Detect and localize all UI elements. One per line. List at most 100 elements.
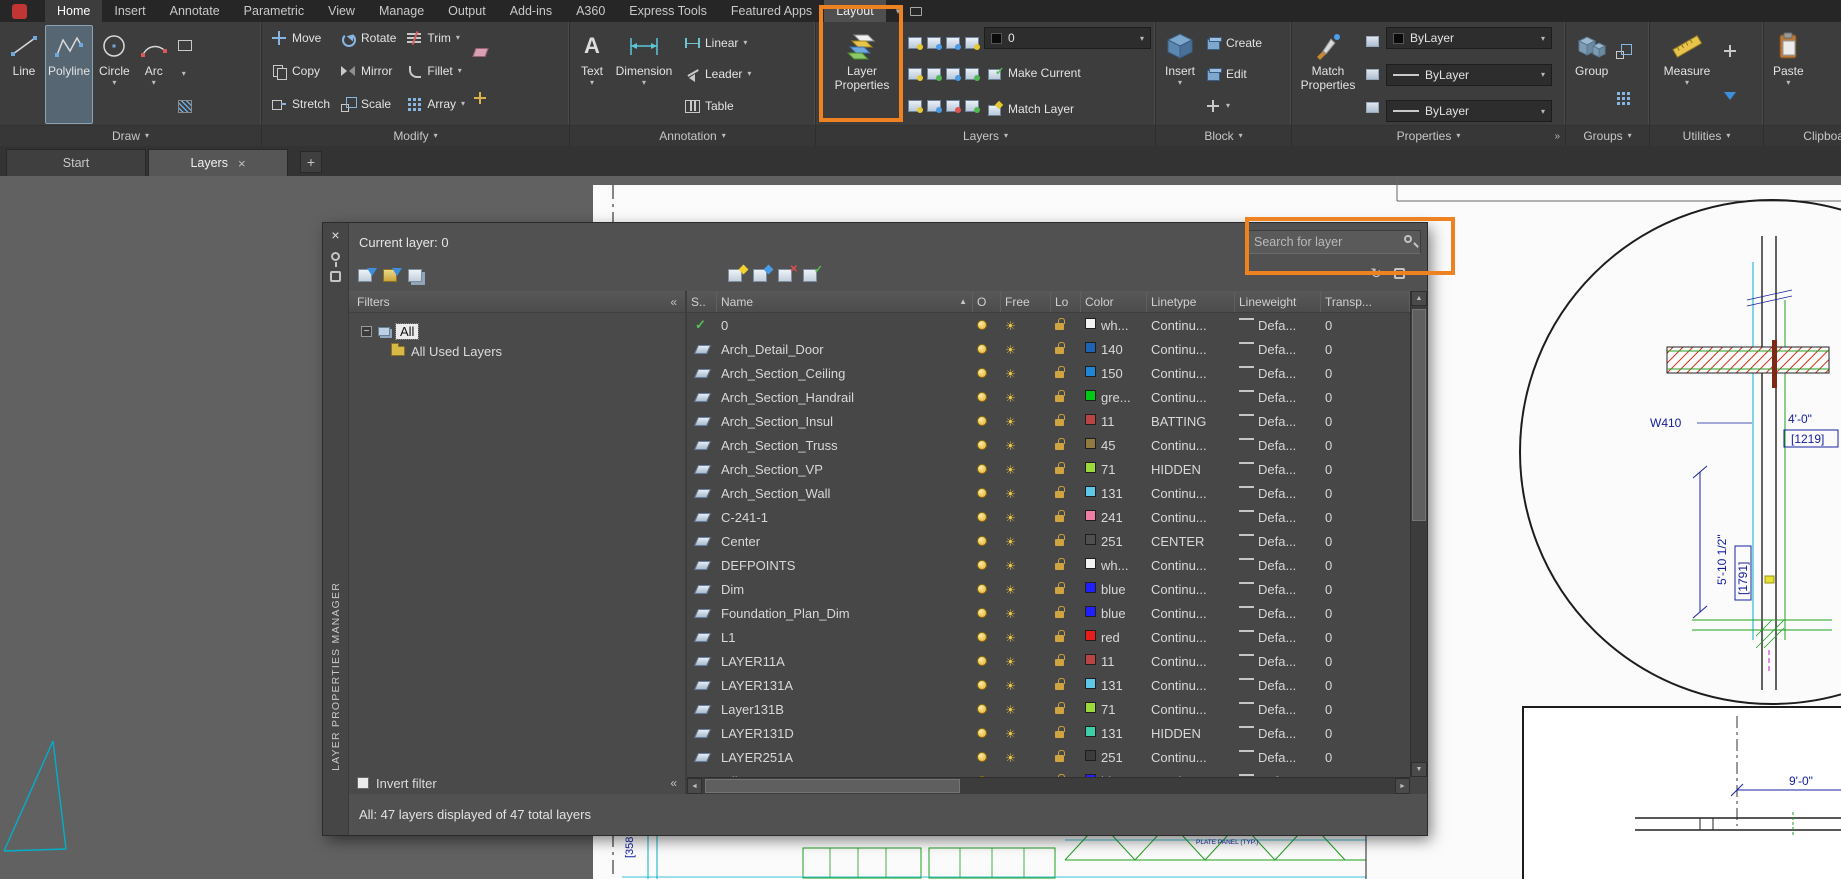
layer-color-swatch[interactable] (1085, 365, 1096, 377)
layer-color-swatch[interactable] (1085, 725, 1096, 737)
layer-row-layer131b[interactable]: Layer131B ☀ 71 Continu... Defa... 0 (687, 697, 1410, 721)
layer-dropdown[interactable]: 0 ▾ (984, 27, 1151, 49)
layer-color-swatch[interactable] (1085, 605, 1096, 617)
palette-title-bar[interactable]: × LAYER PROPERTIES MANAGER (323, 223, 349, 835)
layer-lineweight[interactable]: Defa... (1258, 438, 1296, 453)
menu-tab-parametric[interactable]: Parametric (232, 0, 316, 22)
col-on[interactable]: O (973, 291, 1001, 312)
layer-row-arch_section_vp[interactable]: Arch_Section_VP ☀ 71 HIDDEN Defa... 0 (687, 457, 1410, 481)
layer-lock-icon[interactable] (1055, 533, 1065, 546)
layer-lineweight[interactable]: Defa... (1258, 486, 1296, 501)
layer-transparency[interactable]: 0 (1321, 438, 1410, 453)
layer-transparency[interactable]: 0 (1321, 534, 1410, 549)
layer-on-icon[interactable] (977, 559, 987, 570)
chevron-down-icon[interactable]: ▾ (182, 70, 186, 78)
layer-transparency[interactable]: 0 (1321, 750, 1410, 765)
menu-tab-featured-apps[interactable]: Featured Apps (719, 0, 824, 22)
vertical-scroll-thumb[interactable] (1412, 309, 1426, 521)
layer-color-swatch[interactable] (1085, 317, 1096, 329)
layer-transparency[interactable]: 0 (1321, 558, 1410, 573)
panel-footer-block[interactable]: Block ▾ (1156, 125, 1291, 146)
layer-transparency[interactable]: 0 (1321, 318, 1410, 333)
panel-footer-modify[interactable]: Modify ▾ (262, 125, 569, 146)
layer-lock-icon[interactable] (1055, 485, 1065, 498)
leader-button[interactable]: Leader ▾ (681, 61, 754, 87)
collapse-invert-icon[interactable]: « (670, 776, 677, 790)
layer-row-layer131a[interactable]: LAYER131A ☀ 131 Continu... Defa... 0 (687, 673, 1410, 697)
new-group-filter-icon[interactable] (382, 266, 402, 284)
layer-transparency[interactable]: 0 (1321, 414, 1410, 429)
layer-freeze-icon[interactable]: ☀ (1005, 439, 1016, 453)
layer-row-arch_section_handrail[interactable]: Arch_Section_Handrail ☀ gre... Continu... De… (687, 385, 1410, 409)
circle-button[interactable]: Circle ▾ (96, 25, 133, 124)
layer-lock-icon[interactable] (1055, 365, 1065, 378)
layer-lock-icon[interactable] (1055, 509, 1065, 522)
lineweight-dropdown[interactable]: ByLayer ▾ (1386, 100, 1552, 122)
create-block-button[interactable]: Create (1202, 30, 1265, 56)
panel-footer-groups[interactable]: Groups ▾ (1566, 125, 1649, 146)
layer-lock-icon[interactable] (1055, 701, 1065, 714)
copy-button[interactable]: Copy (268, 58, 333, 84)
col-status[interactable]: S.. (687, 291, 717, 312)
panel-footer-layers[interactable]: Layers ▾ (816, 125, 1155, 146)
object-color-dropdown[interactable]: ByLayer ▾ (1386, 27, 1552, 49)
scroll-left-icon[interactable]: ◄ (687, 778, 702, 794)
layer-color-swatch[interactable] (1085, 629, 1096, 641)
layer-color-swatch[interactable] (1085, 557, 1096, 569)
layer-freeze-icon[interactable]: ☀ (1005, 727, 1016, 741)
layer-lock-icon[interactable] (1055, 653, 1065, 666)
layer-row-arch_section_ceiling[interactable]: Arch_Section_Ceiling ☀ 150 Continu... Defa..… (687, 361, 1410, 385)
layer-on-icon[interactable] (977, 487, 987, 498)
layer-lineweight[interactable]: Defa... (1258, 342, 1296, 357)
layer-color-swatch[interactable] (1085, 461, 1096, 473)
palette-autohide-icon[interactable] (331, 252, 340, 267)
layer-on-icon[interactable] (977, 391, 987, 402)
layer-transparency[interactable]: 0 (1321, 342, 1410, 357)
polyline-button[interactable]: Polyline (45, 25, 94, 124)
new-property-filter-icon[interactable] (357, 266, 377, 284)
layer-freeze-icon[interactable]: ☀ (1005, 319, 1016, 333)
layer-lock-icon[interactable] (1055, 677, 1065, 690)
layer-lineweight[interactable]: Defa... (1258, 678, 1296, 693)
panel-expand-icon[interactable]: » (1554, 131, 1560, 142)
layer-row-arch_section_truss[interactable]: Arch_Section_Truss ☀ 45 Continu... Defa... 0 (687, 433, 1410, 457)
layer-on-icon[interactable] (977, 367, 987, 378)
tab-layers[interactable]: Layers × (148, 149, 288, 176)
delete-layer-icon[interactable] (777, 264, 798, 284)
layer-transparency[interactable]: 0 (1321, 390, 1410, 405)
layer-transparency[interactable]: 0 (1321, 654, 1410, 669)
col-freeze[interactable]: Free (1001, 291, 1051, 312)
layer-row-layer251a[interactable]: LAYER251A ☀ 251 Continu... Defa... 0 (687, 745, 1410, 769)
turn-all-layers-on-icon[interactable] (907, 100, 923, 114)
layer-on-icon[interactable] (977, 343, 987, 354)
layer-row-layer131d[interactable]: LAYER131D ☀ 131 HIDDEN Defa... 0 (687, 721, 1410, 745)
layer-lock-icon[interactable] (1055, 749, 1065, 762)
layer-lock-icon[interactable] (1055, 341, 1065, 354)
menu-tab-output[interactable]: Output (436, 0, 498, 22)
scroll-down-icon[interactable]: ▼ (1411, 762, 1427, 777)
menu-tab-add-ins[interactable]: Add-ins (498, 0, 564, 22)
layer-linetype[interactable]: Continu... (1147, 750, 1235, 765)
layer-color-swatch[interactable] (1085, 485, 1096, 497)
layer-lineweight[interactable]: Defa... (1258, 462, 1296, 477)
invert-filter-checkbox[interactable] (357, 777, 369, 789)
layer-lock-icon[interactable] (1055, 605, 1065, 618)
layer-on-icon[interactable] (977, 655, 987, 666)
layer-lock-icon[interactable] (1055, 317, 1065, 330)
menu-tab-express-tools[interactable]: Express Tools (617, 0, 719, 22)
layer-color-swatch[interactable] (1085, 413, 1096, 425)
layer-lock-icon[interactable] (1055, 581, 1065, 594)
layer-lineweight[interactable]: Defa... (1258, 318, 1296, 333)
fillet-button[interactable]: Fillet ▾ (403, 58, 468, 84)
layer-linetype[interactable]: Continu... (1147, 366, 1235, 381)
col-transparency[interactable]: Transp... (1321, 291, 1410, 312)
layer-lineweight[interactable]: Defa... (1258, 630, 1296, 645)
rotate-button[interactable]: Rotate (337, 25, 399, 51)
layer-freeze-icon[interactable]: ☀ (1005, 703, 1016, 717)
layer-lock-icon[interactable] (1055, 389, 1065, 402)
layer-lock-icon[interactable] (1055, 629, 1065, 642)
menu-tab-insert[interactable]: Insert (102, 0, 157, 22)
layer-lineweight[interactable]: Defa... (1258, 366, 1296, 381)
layer-lineweight[interactable]: Defa... (1258, 606, 1296, 621)
filter-all[interactable]: − All (349, 321, 685, 341)
